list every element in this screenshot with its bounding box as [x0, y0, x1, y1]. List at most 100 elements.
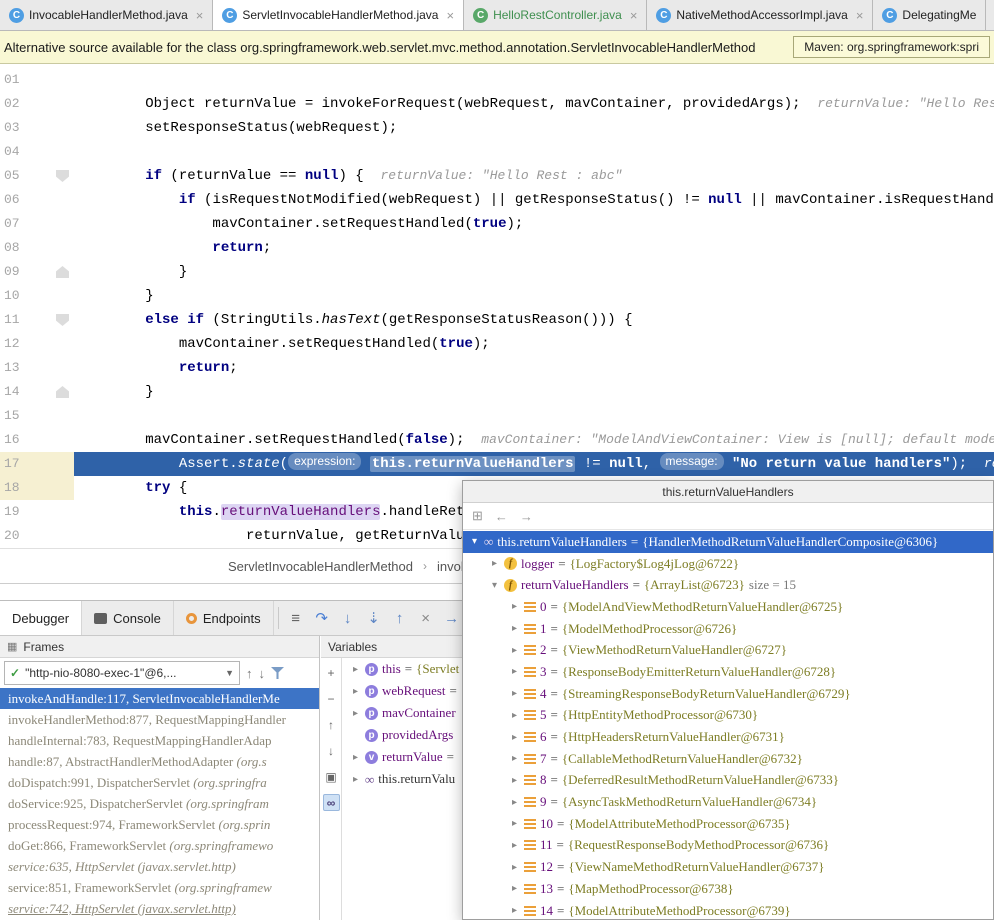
tool-tab-console[interactable]: Console [82, 601, 174, 635]
stack-frame-row[interactable]: handle:87, AbstractHandlerMethodAdapter … [0, 751, 319, 772]
step-into-icon[interactable]: ↓ [335, 610, 361, 627]
alternative-source-button[interactable]: Maven: org.springframework:spri [793, 36, 990, 58]
show-watches-icon[interactable]: ∞ [323, 794, 340, 811]
tool-tab-endpoints[interactable]: Endpoints [174, 601, 274, 635]
back-icon[interactable]: ← [495, 509, 508, 524]
stack-frame-row[interactable]: doDispatch:991, DispatcherServlet (org.s… [0, 772, 319, 793]
chevron-right-icon[interactable]: ▸ [509, 840, 520, 851]
chevron-right-icon[interactable]: ▸ [509, 818, 520, 829]
code-line[interactable]: 16 mavContainer.setRequestHandled(false)… [0, 428, 994, 452]
code-line[interactable]: 09 } [0, 260, 994, 284]
popup-tree-row[interactable]: ▸13 = {MapMethodProcessor@6738} [463, 878, 993, 900]
chevron-right-icon[interactable]: ▸ [509, 666, 520, 677]
code-editor[interactable]: 0102 Object returnValue = invokeForReque… [0, 64, 994, 548]
popup-tree-row[interactable]: ▸10 = {ModelAttributeMethodProcessor@673… [463, 813, 993, 835]
close-icon[interactable]: × [630, 8, 638, 23]
code-line[interactable]: 04 [0, 140, 994, 164]
chevron-right-icon[interactable]: ▸ [509, 732, 520, 743]
popup-tree-row[interactable]: ▸0 = {ModelAndViewMethodReturnValueHandl… [463, 596, 993, 618]
chevron-right-icon[interactable]: ▸ [509, 753, 520, 764]
editor-tab[interactable]: CDelegatingMe [873, 0, 986, 30]
stack-frame-row[interactable]: doService:925, DispatcherServlet (org.sp… [0, 793, 319, 814]
code-line[interactable]: 01 [0, 68, 994, 92]
close-icon[interactable]: × [446, 8, 454, 23]
chevron-right-icon[interactable]: ▸ [509, 601, 520, 612]
popup-tree-row[interactable]: ▸4 = {StreamingResponseBodyReturnValueHa… [463, 683, 993, 705]
code-line[interactable]: 06 if (isRequestNotModified(webRequest) … [0, 188, 994, 212]
stack-frame-row[interactable]: handleInternal:783, RequestMappingHandle… [0, 730, 319, 751]
settings-menu-icon[interactable]: ≡ [283, 610, 309, 627]
forward-icon[interactable]: → [520, 509, 533, 524]
code-line[interactable]: 03 setResponseStatus(webRequest); [0, 116, 994, 140]
next-frame-icon[interactable]: ↓ [259, 666, 266, 681]
thread-selector[interactable]: ✓ "http-nio-8080-exec-1"@6,... ▼ [4, 661, 240, 685]
popup-tree-row[interactable]: ▸flogger = {LogFactory$Log4jLog@6722} [463, 553, 993, 575]
editor-tab[interactable]: CServletInvocableHandlerMethod.java× [213, 0, 464, 30]
move-watch-up-icon[interactable]: ↑ [323, 716, 340, 733]
chevron-right-icon[interactable]: ▸ [350, 686, 361, 697]
step-out-icon[interactable]: ↑ [387, 610, 413, 627]
breadcrumb-class[interactable]: ServletInvocableHandlerMethod [228, 559, 413, 574]
popup-tree-row[interactable]: ▾freturnValueHandlers = {ArrayList@6723}… [463, 574, 993, 596]
close-icon[interactable]: × [196, 8, 204, 23]
chevron-down-icon[interactable]: ▾ [469, 536, 480, 547]
chevron-right-icon[interactable]: ▸ [509, 623, 520, 634]
popup-tree-row[interactable]: ▾∞this.returnValueHandlers = {HandlerMet… [463, 531, 993, 553]
previous-frame-icon[interactable]: ↑ [246, 666, 253, 681]
chevron-right-icon[interactable]: ▸ [350, 664, 361, 675]
view-as-tree-icon[interactable]: ⊞ [472, 508, 483, 524]
popup-tree-row[interactable]: ▸5 = {HttpEntityMethodProcessor@6730} [463, 705, 993, 727]
stack-frame-row[interactable]: invokeAndHandle:117, ServletInvocableHan… [0, 688, 319, 709]
code-line[interactable]: 05 if (returnValue == null) { returnValu… [0, 164, 994, 188]
chevron-right-icon[interactable]: ▸ [509, 775, 520, 786]
drop-frame-icon[interactable]: × [413, 610, 439, 627]
code-line[interactable]: 07 mavContainer.setRequestHandled(true); [0, 212, 994, 236]
chevron-right-icon[interactable]: ▸ [509, 883, 520, 894]
editor-tab[interactable]: CInvocableHandlerMethod.java× [0, 0, 213, 30]
popup-tree-row[interactable]: ▸7 = {CallableMethodReturnValueHandler@6… [463, 748, 993, 770]
code-line[interactable]: 15 [0, 404, 994, 428]
code-line[interactable]: 10 } [0, 284, 994, 308]
chevron-down-icon[interactable]: ▾ [489, 580, 500, 591]
popup-tree-row[interactable]: ▸2 = {ViewMethodReturnValueHandler@6727} [463, 639, 993, 661]
code-line[interactable]: 14 } [0, 380, 994, 404]
popup-tree-row[interactable]: ▸6 = {HttpHeadersReturnValueHandler@6731… [463, 726, 993, 748]
tool-tab-debugger[interactable]: Debugger [0, 601, 82, 635]
popup-tree-row[interactable]: ▸1 = {ModelMethodProcessor@6726} [463, 618, 993, 640]
move-watch-down-icon[interactable]: ↓ [323, 742, 340, 759]
chevron-right-icon[interactable]: ▸ [350, 752, 361, 763]
code-line[interactable]: 13 return; [0, 356, 994, 380]
popup-tree-row[interactable]: ▸11 = {RequestResponseBodyMethodProcesso… [463, 835, 993, 857]
chevron-right-icon[interactable]: ▸ [509, 862, 520, 873]
stack-frame-row[interactable]: service:635, HttpServlet (javax.servlet.… [0, 856, 319, 877]
stack-frame-row[interactable]: invokeHandlerMethod:877, RequestMappingH… [0, 709, 319, 730]
popup-tree-row[interactable]: ▸3 = {ResponseBodyEmitterReturnValueHand… [463, 661, 993, 683]
chevron-right-icon[interactable]: ▸ [509, 645, 520, 656]
code-line[interactable]: 08 return; [0, 236, 994, 260]
chevron-right-icon[interactable]: ▸ [509, 710, 520, 721]
hide-library-frames-icon[interactable] [271, 667, 284, 679]
code-line[interactable]: 02 Object returnValue = invokeForRequest… [0, 92, 994, 116]
copy-icon[interactable]: ▣ [323, 768, 340, 785]
chevron-right-icon[interactable]: ▸ [350, 774, 361, 785]
chevron-right-icon[interactable]: ▸ [509, 797, 520, 808]
chevron-right-icon[interactable]: ▸ [489, 558, 500, 569]
stack-frame-row[interactable]: service:851, FrameworkServlet (org.sprin… [0, 877, 319, 898]
editor-tab[interactable]: CNativeMethodAccessorImpl.java× [647, 0, 873, 30]
remove-watch-icon[interactable]: − [323, 690, 340, 707]
popup-tree-row[interactable]: ▸8 = {DeferredResultMethodReturnValueHan… [463, 770, 993, 792]
editor-tab[interactable]: CHelloRestController.java× [464, 0, 647, 30]
chevron-right-icon[interactable]: ▸ [350, 708, 361, 719]
code-line[interactable]: 17 Assert.state(expression: this.returnV… [0, 452, 994, 476]
stack-frame-row[interactable]: service:742, HttpServlet (javax.servlet.… [0, 898, 319, 919]
code-line[interactable]: 11 else if (StringUtils.hasText(getRespo… [0, 308, 994, 332]
close-icon[interactable]: × [856, 8, 864, 23]
chevron-right-icon[interactable]: ▸ [509, 905, 520, 916]
popup-tree-row[interactable]: ▸14 = {ModelAttributeMethodProcessor@673… [463, 900, 993, 919]
popup-tree-row[interactable]: ▸9 = {AsyncTaskMethodReturnValueHandler@… [463, 791, 993, 813]
stack-frame-row[interactable]: doGet:866, FrameworkServlet (org.springf… [0, 835, 319, 856]
popup-tree-row[interactable]: ▸12 = {ViewNameMethodReturnValueHandler@… [463, 856, 993, 878]
chevron-right-icon[interactable]: ▸ [509, 688, 520, 699]
code-line[interactable]: 12 mavContainer.setRequestHandled(true); [0, 332, 994, 356]
force-step-into-icon[interactable]: ⇣ [361, 609, 387, 627]
